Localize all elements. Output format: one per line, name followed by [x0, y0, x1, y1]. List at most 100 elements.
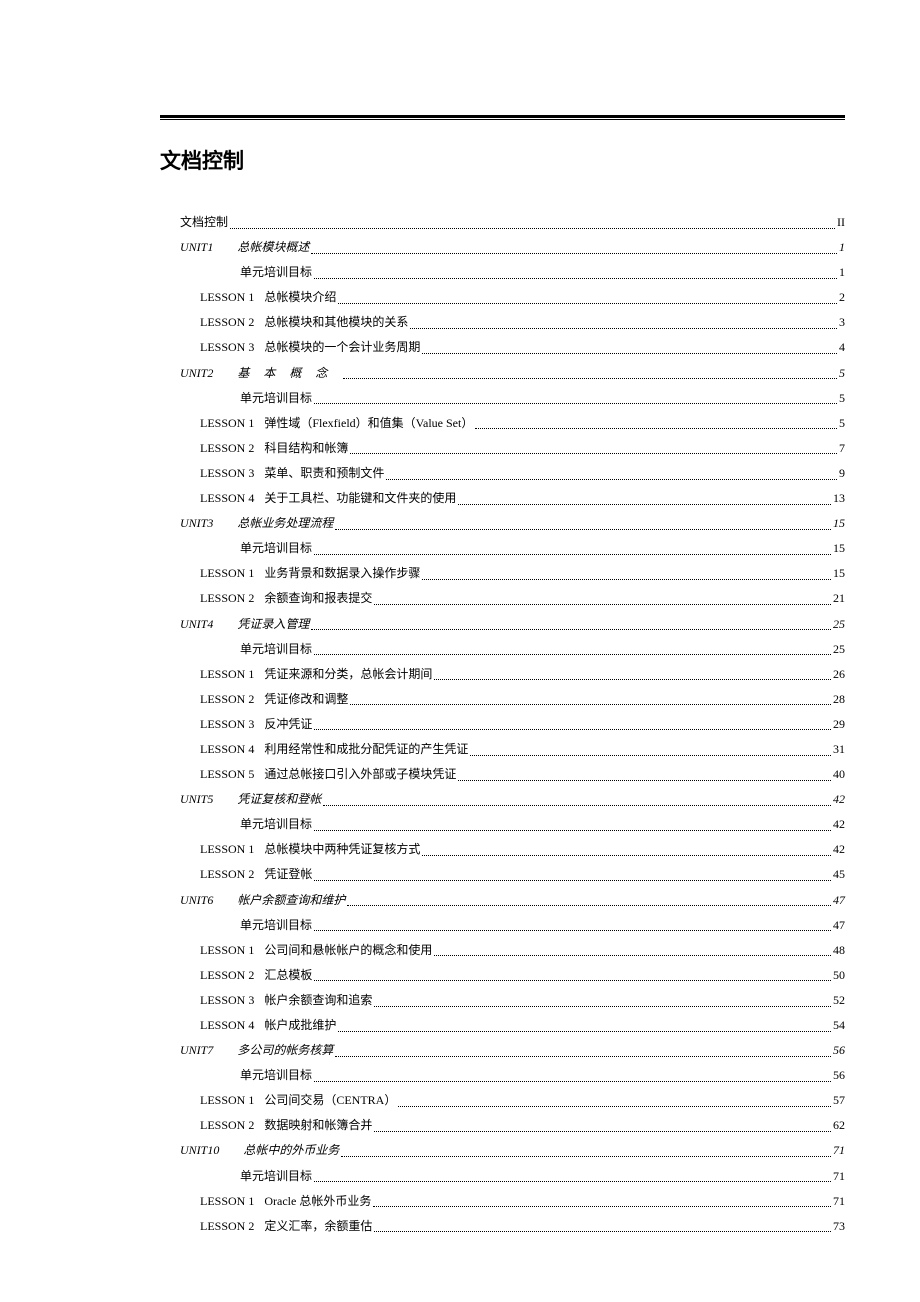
page-number: 62 — [833, 1116, 845, 1135]
toc-entry: LESSON 2总帐模块和其他模块的关系 3 — [160, 313, 845, 332]
page-number: 26 — [833, 665, 845, 684]
lesson-title: 汇总模板 — [264, 968, 312, 982]
lesson-title: 总帐模块和其他模块的关系 — [264, 315, 408, 329]
dot-leader — [314, 278, 837, 279]
lesson-title: 菜单、职责和预制文件 — [264, 466, 384, 480]
page-number: 3 — [839, 313, 845, 332]
lesson-title: 反冲凭证 — [264, 717, 312, 731]
dot-leader — [341, 1156, 831, 1157]
toc-entry: LESSON 4帐户成批维护54 — [160, 1016, 845, 1035]
unit-number: UNIT10 — [180, 1143, 219, 1157]
unit-number: UNIT7 — [180, 1043, 213, 1057]
dot-leader — [314, 554, 831, 555]
dot-leader — [311, 629, 831, 630]
toc-entry: 文档控制 II — [160, 213, 845, 232]
page-number: 28 — [833, 690, 845, 709]
toc-entry: LESSON 1弹性域（Flexfield）和值集（Value Set）5 — [160, 414, 845, 433]
lesson-number: LESSON 1 — [200, 1093, 254, 1107]
page-number: 15 — [833, 564, 845, 583]
toc-entry: LESSON 1总帐模块介绍2 — [160, 288, 845, 307]
toc-entry: LESSON 1总帐模块中两种凭证复核方式42 — [160, 840, 845, 859]
lesson-title: 业务背景和数据录入操作步骤 — [264, 566, 420, 580]
toc-label: LESSON 4利用经常性和成批分配凭证的产生凭证 — [200, 740, 468, 759]
toc-label: LESSON 4关于工具栏、功能键和文件夹的使用 — [200, 489, 456, 508]
toc-entry: LESSON 3 帐户余额查询和追索 52 — [160, 991, 845, 1010]
page-number: 54 — [833, 1016, 845, 1035]
dot-leader — [373, 1206, 831, 1207]
page-number: 25 — [833, 640, 845, 659]
lesson-title: 弹性域（Flexfield）和值集（Value Set） — [264, 416, 473, 430]
toc-entry: 单元培训目标 25 — [160, 640, 845, 659]
page-number: 71 — [833, 1141, 845, 1160]
lesson-number: LESSON 4 — [200, 1018, 254, 1032]
dot-leader — [347, 905, 831, 906]
toc-label: UNIT10 总帐中的外币业务 — [180, 1141, 339, 1160]
lesson-title: 公司间和悬帐帐户的概念和使用 — [264, 943, 432, 957]
lesson-number: LESSON 4 — [200, 491, 254, 505]
lesson-title: 帐户余额查询和追索 — [264, 993, 372, 1007]
lesson-number: LESSON 3 — [200, 993, 254, 1007]
toc-label: UNIT6 帐户余额查询和维护 — [180, 891, 345, 910]
page-number: 47 — [833, 916, 845, 935]
unit-title: 总帐中的外币业务 — [243, 1143, 339, 1157]
page-number: 56 — [833, 1041, 845, 1060]
page-number: 5 — [839, 414, 845, 433]
lesson-number: LESSON 2 — [200, 692, 254, 706]
dot-leader — [314, 729, 831, 730]
unit-title: 总帐模块概述 — [237, 240, 309, 254]
toc-entry: LESSON 2定义汇率，余额重估73 — [160, 1217, 845, 1236]
toc-label: UNIT3总帐业务处理流程 — [180, 514, 333, 533]
lesson-number: LESSON 2 — [200, 1118, 254, 1132]
toc-label: 单元培训目标 — [240, 389, 312, 408]
page-number: 71 — [833, 1167, 845, 1186]
lesson-title: 利用经常性和成批分配凭证的产生凭证 — [264, 742, 468, 756]
toc-entry: 单元培训目标71 — [160, 1167, 845, 1186]
toc-label: LESSON 2总帐模块和其他模块的关系 — [200, 313, 408, 332]
dot-leader — [335, 529, 831, 530]
toc-entry: LESSON 3菜单、职责和预制文件9 — [160, 464, 845, 483]
unit-number: UNIT6 — [180, 893, 213, 907]
toc-entry: LESSON 2凭证登帐45 — [160, 865, 845, 884]
unit-title: 凭证录入管理 — [237, 617, 309, 631]
toc-entry: 单元培训目标1 — [160, 263, 845, 282]
toc-entry: UNIT3总帐业务处理流程15 — [160, 514, 845, 533]
unit-title: 总帐业务处理流程 — [237, 516, 333, 530]
lesson-title: 科目结构和帐簿 — [264, 441, 348, 455]
unit-number: UNIT1 — [180, 240, 213, 254]
toc-label: 文档控制 — [180, 213, 228, 232]
unit-title: 帐户余额查询和维护 — [237, 893, 345, 907]
lesson-title: 通过总帐接口引入外部或子模块凭证 — [264, 767, 456, 781]
toc-label: LESSON 2凭证登帐 — [200, 865, 312, 884]
toc-label: 单元培训目标 — [240, 263, 312, 282]
toc-entry: LESSON 1Oracle 总帐外币业务71 — [160, 1192, 845, 1211]
toc-label: UNIT5凭证复核和登帐 — [180, 790, 321, 809]
page-number: 25 — [833, 615, 845, 634]
dot-leader — [422, 353, 837, 354]
toc-label: LESSON 3 反冲凭证 — [200, 715, 312, 734]
lesson-title: 凭证修改和调整 — [264, 692, 348, 706]
toc-label: UNIT2基本概念 — [180, 364, 341, 383]
lesson-number: LESSON 3 — [200, 466, 254, 480]
toc-entry: 单元培训目标42 — [160, 815, 845, 834]
dot-leader — [374, 1006, 831, 1007]
toc-entry: LESSON 4关于工具栏、功能键和文件夹的使用 13 — [160, 489, 845, 508]
lesson-number: LESSON 2 — [200, 1219, 254, 1233]
lesson-number: LESSON 2 — [200, 867, 254, 881]
dot-leader — [470, 755, 831, 756]
toc-entry: 单元培训目标47 — [160, 916, 845, 935]
page-number: 52 — [833, 991, 845, 1010]
lesson-number: LESSON 3 — [200, 717, 254, 731]
toc-label: LESSON 2 凭证修改和调整 — [200, 690, 348, 709]
page-number: 13 — [833, 489, 845, 508]
toc-entry: 单元培训目标5 — [160, 389, 845, 408]
page-number: II — [837, 213, 845, 232]
unit-number: UNIT4 — [180, 617, 213, 631]
toc-label: 单元培训目标 — [240, 640, 312, 659]
lesson-number: LESSON 3 — [200, 340, 254, 354]
toc-entry: UNIT5凭证复核和登帐42 — [160, 790, 845, 809]
lesson-number: LESSON 5 — [200, 767, 254, 781]
unit-title: 凭证复核和登帐 — [237, 792, 321, 806]
toc-label: LESSON 1公司间和悬帐帐户的概念和使用 — [200, 941, 432, 960]
toc-entry: LESSON 1公司间交易（CENTRA）57 — [160, 1091, 845, 1110]
toc-entry: UNIT1总帐模块概述1 — [160, 238, 845, 257]
